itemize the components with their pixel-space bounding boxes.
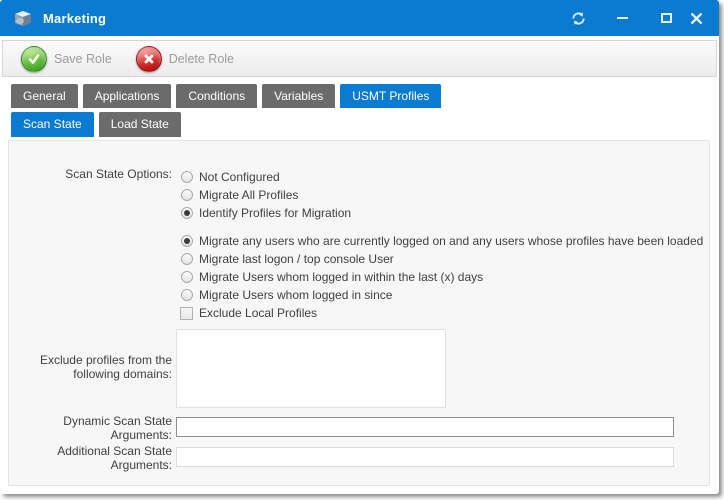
dynamic-scan-state-label: Dynamic Scan State Arguments: — [9, 414, 172, 442]
checkbox-icon — [180, 307, 193, 320]
exclude-domains-label: Exclude profiles from the following doma… — [9, 353, 172, 381]
maximize-icon[interactable] — [657, 9, 675, 27]
refresh-icon[interactable] — [569, 9, 587, 27]
radio-migrate-last-x-days[interactable]: Migrate Users whom logged in within the … — [181, 268, 703, 286]
delete-x-icon — [136, 46, 162, 72]
exclude-local-profiles-checkbox[interactable]: Exclude Local Profiles — [180, 304, 317, 322]
tab-usmt-profiles[interactable]: USMT Profiles — [340, 84, 441, 108]
scan-state-panel: Scan State Options: Not Configured Migra… — [8, 140, 710, 486]
radio-migrate-since[interactable]: Migrate Users whom logged in since — [181, 286, 703, 304]
radio-identify-profiles[interactable]: Identify Profiles for Migration — [181, 204, 351, 222]
radio-icon — [181, 235, 193, 247]
save-check-icon — [21, 46, 47, 72]
tab-applications[interactable]: Applications — [83, 84, 172, 108]
save-role-label: Save Role — [54, 52, 112, 66]
tab-general[interactable]: General — [11, 84, 78, 108]
migration-method-group: Migrate any users who are currently logg… — [181, 232, 703, 304]
additional-scan-state-input[interactable] — [176, 447, 674, 467]
title-bar: Marketing — [0, 0, 719, 36]
scan-state-options-label: Scan State Options: — [9, 167, 172, 181]
scan-state-options-group: Not Configured Migrate All Profiles Iden… — [181, 168, 351, 222]
save-role-button[interactable]: Save Role — [21, 46, 112, 72]
radio-icon — [181, 253, 193, 265]
radio-migrate-logged-on-users[interactable]: Migrate any users who are currently logg… — [181, 232, 703, 250]
close-icon[interactable] — [687, 9, 705, 27]
window-title: Marketing — [43, 11, 106, 26]
minimize-icon[interactable] — [613, 9, 631, 27]
tab-variables[interactable]: Variables — [262, 84, 335, 108]
radio-icon — [181, 289, 193, 301]
tab-scan-state[interactable]: Scan State — [11, 112, 94, 137]
radio-icon — [181, 189, 193, 201]
main-tab-bar: General Applications Conditions Variable… — [11, 84, 441, 108]
toolbar: Save Role Delete Role — [2, 40, 717, 77]
radio-migrate-all-profiles[interactable]: Migrate All Profiles — [181, 186, 351, 204]
additional-scan-state-label: Additional Scan State Arguments: — [9, 444, 172, 472]
radio-icon — [181, 271, 193, 283]
dialog-window: Marketing Save Role — [0, 0, 719, 494]
exclude-local-profiles-row: Exclude Local Profiles — [180, 304, 317, 322]
radio-migrate-last-logon[interactable]: Migrate last logon / top console User — [181, 250, 703, 268]
radio-icon — [181, 207, 193, 219]
radio-icon — [181, 171, 193, 183]
radio-not-configured[interactable]: Not Configured — [181, 168, 351, 186]
sub-tab-bar: Scan State Load State — [11, 112, 181, 137]
exclude-domains-textarea[interactable] — [176, 329, 446, 408]
dynamic-scan-state-input[interactable] — [176, 417, 674, 437]
tab-load-state[interactable]: Load State — [99, 112, 181, 137]
tab-conditions[interactable]: Conditions — [176, 84, 257, 108]
delete-role-button[interactable]: Delete Role — [136, 46, 234, 72]
delete-role-label: Delete Role — [169, 52, 234, 66]
app-icon — [12, 8, 34, 28]
